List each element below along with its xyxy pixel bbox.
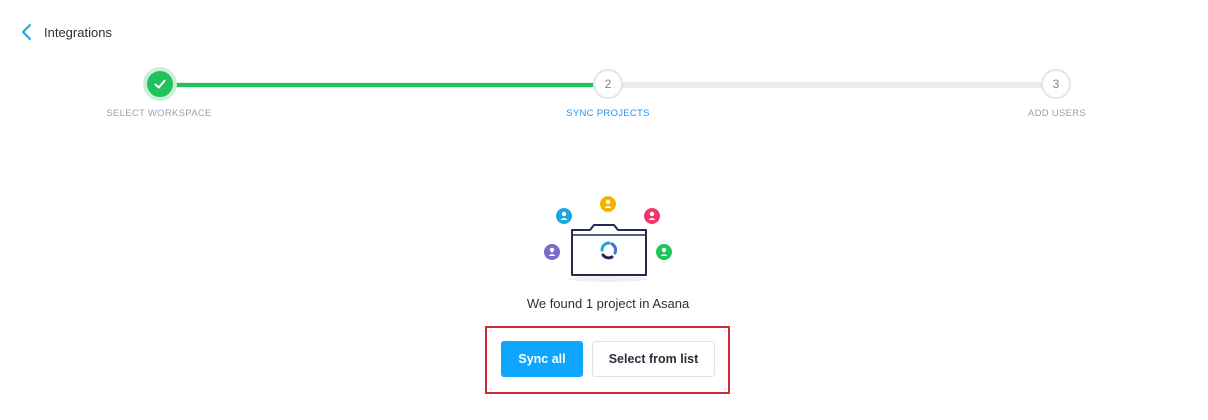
user-avatar-icon: [556, 208, 572, 224]
chevron-left-icon: [22, 24, 31, 40]
user-avatar-icon: [644, 208, 660, 224]
user-avatar-icon: [600, 196, 616, 212]
sync-all-button[interactable]: Sync all: [501, 341, 583, 377]
user-avatar-icon: [544, 244, 560, 260]
projects-found-message: We found 1 project in Asana: [526, 296, 690, 311]
stepper-progress-bar: [160, 83, 608, 87]
folder-icon: [568, 224, 648, 282]
user-avatar-icon: [656, 244, 672, 260]
sync-folder-illustration: [544, 196, 672, 282]
checkmark-icon: [154, 79, 166, 89]
back-to-integrations-link[interactable]: Integrations: [20, 22, 112, 42]
back-link-label: Integrations: [44, 24, 112, 40]
step-3-label: ADD USERS: [1027, 108, 1087, 119]
step-2-label: SYNC PROJECTS: [566, 108, 650, 119]
step-3-node: 3: [1041, 69, 1071, 99]
progress-stepper: 2 3 SELECT WORKSPACE SYNC PROJECTS ADD U…: [0, 66, 1208, 126]
step-2-node: 2: [593, 69, 623, 99]
select-from-list-button[interactable]: Select from list: [592, 341, 715, 377]
step-1-label: SELECT WORKSPACE: [106, 108, 212, 119]
step-1-complete: [143, 67, 177, 101]
